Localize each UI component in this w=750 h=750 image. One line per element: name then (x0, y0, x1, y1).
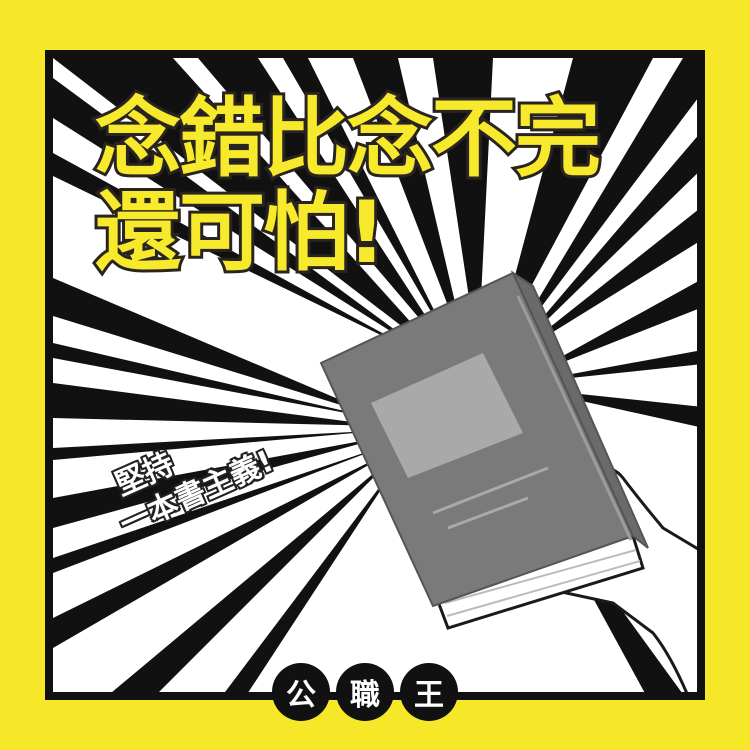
headline-line-1: 念錯比念不完 (92, 89, 604, 189)
headline: 念錯比念不完 還可怕! (92, 89, 604, 283)
brand-char: 公 (272, 663, 330, 721)
brand-char: 職 (336, 663, 394, 721)
brand-char: 王 (400, 663, 458, 721)
headline-line-2: 還可怕! (92, 183, 389, 283)
brand-logo: 公 職 王 (272, 663, 458, 721)
poster: 念錯比念不完 還可怕! 堅持 一本書主義! 公 職 王 (0, 0, 750, 750)
